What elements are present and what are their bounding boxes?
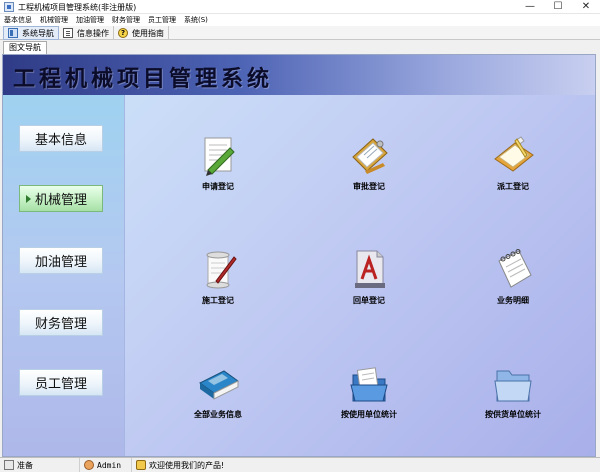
tile-label: 派工登记 — [497, 182, 529, 191]
sidebar-item-staff[interactable]: 员工管理 — [19, 369, 103, 396]
sidebar-item-label: 加油管理 — [34, 255, 87, 270]
menu-system[interactable]: 系统(S) — [184, 14, 208, 26]
header-banner: 工程机械项目管理系统 — [3, 55, 595, 95]
tile-label: 申请登记 — [202, 182, 234, 191]
scroll-quill-icon — [196, 247, 240, 291]
font-document-icon — [347, 247, 391, 291]
sidebar-item-basic-info[interactable]: 基本信息 — [19, 125, 103, 152]
menu-basic-info[interactable]: 基本信息 — [4, 14, 32, 26]
ready-icon — [4, 460, 14, 470]
nav-area: 基本信息 机械管理 加油管理 财务管理 员工管理 申请登记 审批登记 派工登记 … — [3, 95, 595, 456]
message-icon — [136, 460, 146, 470]
status-user-text: Admin — [97, 460, 122, 470]
tile-stats-by-user-unit[interactable]: 按使用单位统计 — [324, 361, 414, 420]
sidebar-item-machinery[interactable]: 机械管理 — [19, 185, 103, 212]
info-operation-label: 信息操作 — [77, 28, 109, 38]
sidebar-item-label: 基本信息 — [34, 133, 87, 148]
minimize-button[interactable]: — — [516, 0, 544, 14]
menu-machinery[interactable]: 机械管理 — [40, 14, 68, 26]
status-message-text: 欢迎使用我们的产品! — [149, 460, 225, 470]
pen-paper-icon — [196, 133, 240, 177]
menu-finance[interactable]: 财务管理 — [112, 14, 140, 26]
tile-dispatch-register[interactable]: 派工登记 — [468, 133, 558, 192]
close-button[interactable]: ✕ — [572, 0, 600, 14]
user-icon — [84, 460, 94, 470]
tile-label: 审批登记 — [353, 182, 385, 191]
status-user: Admin — [80, 457, 132, 472]
info-operation-button[interactable]: 信息操作 — [59, 26, 114, 40]
tile-label: 施工登记 — [202, 296, 234, 305]
page-title: 工程机械项目管理系统 — [13, 67, 274, 92]
status-bar: 准备 Admin 欢迎使用我们的产品! — [0, 457, 600, 472]
tile-label: 按供货单位统计 — [485, 410, 541, 419]
clipboard-icon — [347, 133, 391, 177]
tile-all-business-info[interactable]: 全部业务信息 — [173, 361, 263, 420]
sidebar-item-label: 员工管理 — [34, 377, 87, 392]
window-title: 工程机械项目管理系统(非注册版) — [18, 3, 137, 12]
tab-bar: 图文导航 — [0, 40, 600, 54]
spiral-notepad-icon — [491, 247, 535, 291]
tile-apply-register[interactable]: 申请登记 — [173, 133, 263, 192]
status-ready-text: 准备 — [17, 460, 33, 470]
maximize-button[interactable]: ☐ — [544, 0, 572, 14]
system-nav-button[interactable]: 系统导航 — [3, 26, 59, 40]
main-panel: 工程机械项目管理系统 基本信息 机械管理 加油管理 财务管理 员工管理 申请登记… — [2, 54, 596, 457]
app-icon — [4, 2, 14, 12]
folder-icon — [491, 361, 535, 405]
notebook-pencil-icon — [491, 133, 535, 177]
nav-icon — [8, 28, 18, 38]
sidebar-item-finance[interactable]: 财务管理 — [19, 309, 103, 336]
system-nav-label: 系统导航 — [22, 28, 54, 38]
tile-label: 回单登记 — [353, 296, 385, 305]
toolbar: 系统导航 信息操作 ? 使用指南 — [0, 26, 600, 40]
user-guide-button[interactable]: ? 使用指南 — [114, 26, 169, 40]
tile-label: 全部业务信息 — [194, 410, 242, 419]
status-message: 欢迎使用我们的产品! — [132, 458, 228, 472]
tile-receipt-register[interactable]: 回单登记 — [324, 247, 414, 306]
sidebar-item-label: 财务管理 — [34, 317, 87, 332]
sidebar-item-label: 机械管理 — [34, 193, 87, 208]
menu-bar: 基本信息 机械管理 加油管理 财务管理 员工管理 系统(S) — [0, 14, 600, 26]
tile-approve-register[interactable]: 审批登记 — [324, 133, 414, 192]
arrow-right-icon — [26, 195, 31, 203]
book-stack-icon — [196, 361, 240, 405]
help-icon: ? — [118, 28, 128, 38]
user-guide-label: 使用指南 — [132, 28, 164, 38]
menu-staff[interactable]: 员工管理 — [148, 14, 176, 26]
tile-business-details[interactable]: 业务明细 — [468, 247, 558, 306]
tab-graphic-nav[interactable]: 图文导航 — [3, 41, 47, 54]
tile-label: 业务明细 — [497, 296, 529, 305]
tile-label: 按使用单位统计 — [341, 410, 397, 419]
folder-documents-icon — [347, 361, 391, 405]
tile-construction-register[interactable]: 施工登记 — [173, 247, 263, 306]
sidebar-item-fuel[interactable]: 加油管理 — [19, 247, 103, 274]
info-icon — [63, 28, 73, 38]
title-bar: 工程机械项目管理系统(非注册版) — ☐ ✕ — [0, 0, 600, 14]
tile-stats-by-supplier[interactable]: 按供货单位统计 — [468, 361, 558, 420]
status-ready: 准备 — [0, 457, 80, 472]
menu-fuel[interactable]: 加油管理 — [76, 14, 104, 26]
sidebar: 基本信息 机械管理 加油管理 财务管理 员工管理 — [3, 95, 125, 456]
